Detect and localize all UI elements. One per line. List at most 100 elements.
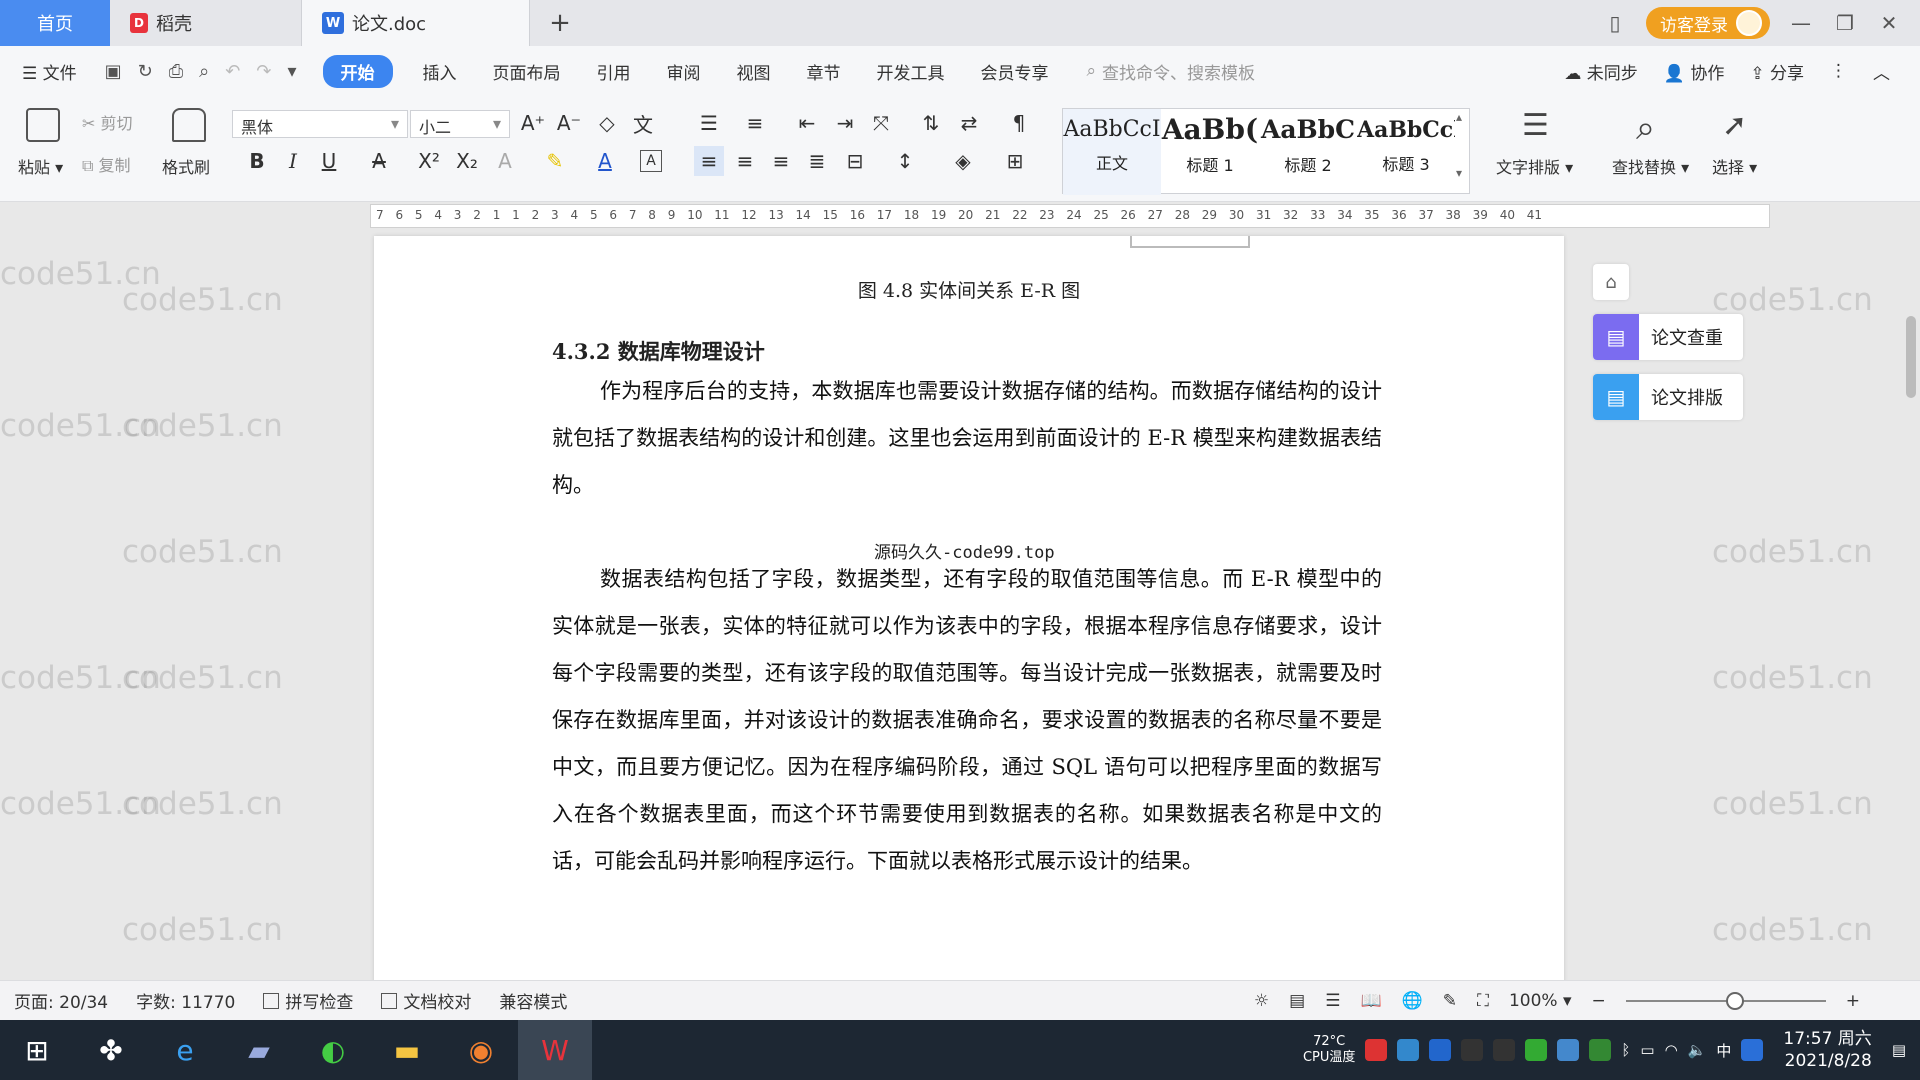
numbered-list-icon[interactable]: ≡ bbox=[740, 108, 770, 138]
wifi-icon[interactable]: ◠ bbox=[1665, 1041, 1678, 1059]
char-border-icon[interactable]: A bbox=[640, 150, 662, 172]
line-spacing-icon[interactable]: ↕ bbox=[890, 146, 920, 176]
chinese-layout-icon[interactable]: ⤧ bbox=[866, 108, 896, 138]
windows-start-icon[interactable]: ⊞ bbox=[0, 1020, 74, 1080]
text-layout-button[interactable]: 文字排版 ▾ bbox=[1496, 154, 1573, 178]
tab-home[interactable]: 首页 bbox=[0, 0, 110, 46]
menu-tab-developer[interactable]: 开发工具 bbox=[859, 59, 963, 84]
print-preview-icon[interactable]: ⌕ bbox=[199, 61, 209, 82]
tray-app-icon[interactable] bbox=[1525, 1039, 1548, 1061]
layout-toggle-icon[interactable]: ▯ bbox=[1602, 11, 1628, 35]
increase-indent-icon[interactable]: ⇥ bbox=[830, 108, 860, 138]
bluetooth-icon[interactable]: ᛒ bbox=[1621, 1041, 1630, 1059]
vertical-scrollbar[interactable] bbox=[1904, 232, 1918, 972]
redo-icon[interactable]: ↷ bbox=[256, 61, 271, 82]
sync-icon[interactable]: ↻ bbox=[138, 61, 153, 82]
borders-icon[interactable]: ⊞ bbox=[1000, 146, 1030, 176]
style-more-icon[interactable]: ▾ bbox=[1456, 166, 1462, 180]
zoom-in-icon[interactable]: + bbox=[1846, 991, 1860, 1011]
web-view-icon[interactable]: 🌐 bbox=[1402, 991, 1423, 1011]
align-right-icon[interactable]: ≡ bbox=[766, 146, 796, 176]
ie-browser-icon[interactable]: e bbox=[148, 1020, 222, 1080]
style-heading-1[interactable]: AaBb( 标题 1 bbox=[1161, 109, 1259, 195]
page-view-icon[interactable]: ▤ bbox=[1289, 991, 1305, 1011]
style-scroll-up-icon[interactable]: ▴ bbox=[1456, 110, 1462, 124]
ime-indicator[interactable]: 中 bbox=[1716, 1040, 1731, 1061]
format-painter-icon[interactable] bbox=[172, 108, 206, 142]
notification-icon[interactable]: ▤ bbox=[1892, 1041, 1906, 1059]
menu-tab-references[interactable]: 引用 bbox=[579, 59, 649, 84]
eye-protect-icon[interactable]: ☼ bbox=[1254, 991, 1269, 1011]
superscript-icon[interactable]: X² bbox=[414, 146, 444, 176]
highlight-icon[interactable]: ✎ bbox=[540, 146, 570, 176]
align-center-icon[interactable]: ≡ bbox=[730, 146, 760, 176]
wps-writer-icon[interactable]: W bbox=[518, 1020, 592, 1080]
file-menu[interactable]: ☰ 文件 bbox=[0, 59, 95, 84]
tab-docer[interactable]: D 稻壳 bbox=[110, 0, 302, 46]
penguin-icon[interactable] bbox=[1493, 1039, 1516, 1061]
select-button[interactable]: 选择 ▾ bbox=[1712, 154, 1757, 178]
font-family-select[interactable]: 黑体 ▾ bbox=[232, 110, 408, 138]
app-mascot-icon[interactable]: ◉ bbox=[444, 1020, 518, 1080]
zoom-level[interactable]: 100% ▾ bbox=[1509, 991, 1572, 1011]
save-icon[interactable]: ▣ bbox=[105, 61, 122, 82]
search-icon[interactable]: ⌕ bbox=[1636, 108, 1670, 148]
show-marks-icon[interactable]: ¶ bbox=[1004, 108, 1034, 138]
font-color-icon[interactable]: A bbox=[590, 146, 620, 176]
cpu-temp-widget[interactable]: 72°C CPU温度 bbox=[1303, 1034, 1355, 1066]
justify-icon[interactable]: ≣ bbox=[802, 146, 832, 176]
paper-check-button[interactable]: ▤ 论文查重 bbox=[1593, 314, 1743, 360]
fit-page-icon[interactable]: ⛶ bbox=[1477, 991, 1489, 1011]
sort-icon[interactable]: ⇅ bbox=[916, 108, 946, 138]
zoom-slider[interactable] bbox=[1625, 991, 1826, 1010]
print-icon[interactable]: ⎙ bbox=[169, 61, 183, 82]
file-explorer-icon[interactable]: ▬ bbox=[370, 1020, 444, 1080]
cursor-select-icon[interactable]: ➚ bbox=[1722, 108, 1756, 143]
read-view-icon[interactable]: 📖 bbox=[1360, 991, 1381, 1011]
strikethrough-icon[interactable]: A bbox=[364, 146, 394, 176]
collapse-ribbon-icon[interactable]: ︿ bbox=[1873, 59, 1890, 84]
tab-document[interactable]: W 论文.doc bbox=[302, 0, 530, 46]
scrollbar-thumb[interactable] bbox=[1906, 316, 1916, 398]
distribute-icon[interactable]: ⊟ bbox=[840, 146, 870, 176]
phonetic-guide-icon[interactable]: 文 bbox=[628, 108, 658, 138]
horizontal-ruler[interactable]: 7 6 5 4 3 2 1 1 2 3 4 5 6 7 8 9 10 11 12… bbox=[370, 204, 1770, 228]
text-direction-icon[interactable]: ⇄ bbox=[954, 108, 984, 138]
paste-button[interactable]: 粘贴 ▾ bbox=[18, 154, 63, 178]
text-effect-icon[interactable]: A bbox=[490, 146, 520, 176]
volume-icon[interactable]: 🔈 bbox=[1688, 1041, 1707, 1059]
format-painter-button[interactable]: 格式刷 bbox=[162, 154, 210, 178]
panel-collapse-icon[interactable]: ⌂ bbox=[1593, 264, 1629, 300]
copy-button[interactable]: ⧉ 复制 bbox=[82, 152, 131, 176]
style-heading-3[interactable]: AaBbCcl 标题 3 bbox=[1357, 109, 1455, 195]
doc-proofread-button[interactable]: 文档校对 bbox=[367, 988, 485, 1013]
cut-button[interactable]: ✂ 剪切 bbox=[82, 110, 133, 134]
write-view-icon[interactable]: ✎ bbox=[1443, 991, 1457, 1011]
close-icon[interactable]: ✕ bbox=[1876, 11, 1902, 35]
tray-app-icon[interactable] bbox=[1365, 1039, 1388, 1061]
more-icon[interactable]: ⋮ bbox=[1830, 61, 1847, 81]
bold-icon[interactable]: B bbox=[242, 146, 272, 176]
decrease-indent-icon[interactable]: ⇤ bbox=[792, 108, 822, 138]
clear-format-icon[interactable]: ◇ bbox=[592, 108, 622, 138]
shield-icon[interactable] bbox=[1429, 1039, 1452, 1061]
italic-icon[interactable]: I bbox=[278, 146, 308, 176]
undo-icon[interactable]: ↶ bbox=[225, 61, 240, 82]
menu-tab-view[interactable]: 视图 bbox=[719, 59, 789, 84]
restore-icon[interactable]: ❐ bbox=[1832, 11, 1858, 35]
paste-icon[interactable] bbox=[26, 108, 60, 142]
penguin-icon[interactable] bbox=[1461, 1039, 1484, 1061]
find-replace-button[interactable]: 查找替换 ▾ bbox=[1612, 154, 1689, 178]
nvidia-icon[interactable] bbox=[1589, 1039, 1612, 1061]
tray-app-icon[interactable] bbox=[1397, 1039, 1420, 1061]
page-indicator[interactable]: 页面: 20/34 bbox=[0, 988, 122, 1013]
menu-tab-insert[interactable]: 插入 bbox=[405, 59, 475, 84]
menu-tab-home[interactable]: 开始 bbox=[322, 54, 393, 88]
guest-login-button[interactable]: 访客登录 bbox=[1646, 7, 1770, 39]
share-button[interactable]: ⇪ 分享 bbox=[1750, 59, 1804, 84]
grow-font-icon[interactable]: A⁺ bbox=[518, 108, 548, 138]
document-page[interactable]: 图 4.8 实体间关系 E-R 图 4.3.2 数据库物理设计 作为程序后台的支… bbox=[374, 236, 1564, 980]
command-search[interactable]: ⌕ 查找命令、搜索模板 bbox=[1087, 59, 1256, 84]
align-left-icon[interactable]: ≡ bbox=[694, 146, 724, 176]
underline-icon[interactable]: U bbox=[314, 146, 344, 176]
